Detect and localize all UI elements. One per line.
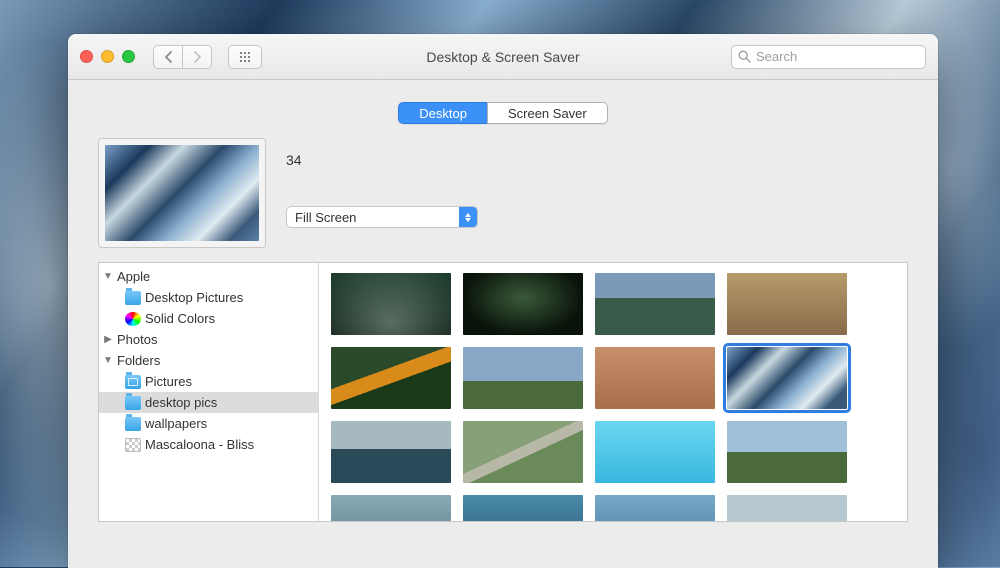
sidebar-item-label: Mascaloona - Bliss: [145, 437, 254, 452]
wallpaper-thumbnail[interactable]: [463, 273, 583, 335]
sidebar-item-label: Pictures: [145, 374, 192, 389]
tab-row: Desktop Screen Saver: [68, 80, 938, 134]
sidebar-group-label: Photos: [117, 332, 157, 347]
wallpaper-preview-image: [105, 145, 259, 241]
wallpaper-thumbnail[interactable]: [595, 273, 715, 335]
thumbnail-grid[interactable]: [319, 263, 907, 521]
sidebar-group-folders[interactable]: ▼ Folders: [99, 350, 318, 371]
preferences-window: Desktop & Screen Saver Desktop Screen Sa…: [68, 34, 938, 568]
nav-buttons: [153, 45, 212, 69]
sidebar-item-wallpapers[interactable]: wallpapers: [99, 413, 318, 434]
sidebar-group-label: Apple: [117, 269, 150, 284]
wallpaper-thumbnail[interactable]: [331, 347, 451, 409]
search-input[interactable]: [756, 49, 919, 64]
titlebar: Desktop & Screen Saver: [68, 34, 938, 80]
sidebar-item-desktop-pictures[interactable]: Desktop Pictures: [99, 287, 318, 308]
sidebar-group-label: Folders: [117, 353, 160, 368]
sidebar-group-photos[interactable]: ▶ Photos: [99, 329, 318, 350]
wallpaper-thumbnail[interactable]: [463, 495, 583, 521]
wallpaper-thumbnail[interactable]: [331, 273, 451, 335]
color-wheel-icon: [125, 312, 141, 326]
sidebar-item-label: Desktop Pictures: [145, 290, 243, 305]
wallpaper-thumbnail[interactable]: [463, 347, 583, 409]
minimize-window-button[interactable]: [101, 50, 114, 63]
chevron-right-icon: [193, 51, 202, 63]
back-button[interactable]: [153, 45, 183, 69]
tab-screen-saver[interactable]: Screen Saver: [487, 102, 608, 124]
forward-button[interactable]: [182, 45, 212, 69]
window-controls: [80, 50, 135, 63]
close-window-button[interactable]: [80, 50, 93, 63]
wallpaper-thumbnail-selected[interactable]: [727, 347, 847, 409]
wallpaper-thumbnail[interactable]: [595, 347, 715, 409]
folder-icon: [125, 417, 141, 431]
wallpaper-thumbnail[interactable]: [727, 421, 847, 483]
main-area: 34 Fill Screen ▼ Apple Desktop P: [68, 134, 938, 522]
folder-icon: [125, 291, 141, 305]
tab-desktop[interactable]: Desktop: [398, 102, 488, 124]
wallpaper-thumbnail[interactable]: [727, 495, 847, 521]
sidebar-item-pictures[interactable]: Pictures: [99, 371, 318, 392]
zoom-window-button[interactable]: [122, 50, 135, 63]
tab-control: Desktop Screen Saver: [398, 102, 607, 124]
sidebar-item-mascaloona-bliss[interactable]: Mascaloona - Bliss: [99, 434, 318, 455]
wallpaper-thumbnail[interactable]: [331, 421, 451, 483]
split-pane: ▼ Apple Desktop Pictures Solid Colors ▶ …: [98, 262, 908, 522]
wallpaper-thumbnail[interactable]: [595, 495, 715, 521]
sidebar-item-label: Solid Colors: [145, 311, 215, 326]
stepper-arrows-icon: [459, 207, 477, 227]
wallpaper-thumbnail[interactable]: [727, 273, 847, 335]
search-icon: [738, 50, 751, 63]
wallpaper-preview-frame: [98, 138, 266, 248]
source-sidebar[interactable]: ▼ Apple Desktop Pictures Solid Colors ▶ …: [99, 263, 319, 521]
sidebar-group-apple[interactable]: ▼ Apple: [99, 266, 318, 287]
wallpaper-thumbnail[interactable]: [331, 495, 451, 521]
wallpaper-thumbnail[interactable]: [595, 421, 715, 483]
wallpaper-thumbnail[interactable]: [463, 421, 583, 483]
fit-mode-value: Fill Screen: [287, 210, 459, 225]
pictures-folder-icon: [125, 375, 141, 389]
sidebar-item-label: desktop pics: [145, 395, 217, 410]
preview-row: 34 Fill Screen: [98, 138, 908, 248]
grid-icon: [239, 51, 251, 63]
preview-meta: 34 Fill Screen: [286, 138, 478, 228]
search-field[interactable]: [731, 45, 926, 69]
chevron-left-icon: [164, 51, 173, 63]
transparency-icon: [125, 438, 141, 452]
disclosure-triangle-icon[interactable]: ▼: [103, 355, 113, 366]
disclosure-triangle-icon[interactable]: ▶: [103, 334, 113, 345]
sidebar-item-desktop-pics[interactable]: desktop pics: [99, 392, 318, 413]
sidebar-item-solid-colors[interactable]: Solid Colors: [99, 308, 318, 329]
wallpaper-name-label: 34: [286, 152, 478, 168]
fit-mode-dropdown[interactable]: Fill Screen: [286, 206, 478, 228]
sidebar-item-label: wallpapers: [145, 416, 207, 431]
show-all-button[interactable]: [228, 45, 262, 69]
disclosure-triangle-icon[interactable]: ▼: [103, 271, 113, 282]
folder-icon: [125, 396, 141, 410]
